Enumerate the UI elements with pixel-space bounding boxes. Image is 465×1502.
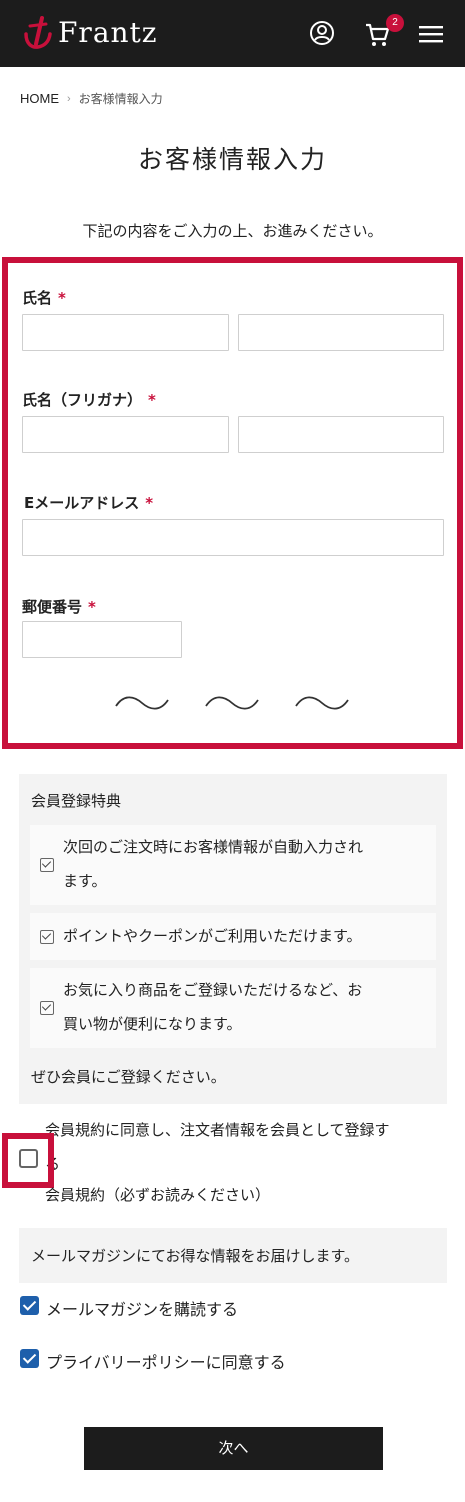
benefit-item: ポイントやクーポンがご利用いただけます。 [30,913,436,960]
benefit-item: お気に入り商品をご登録いただけるなど、お 買い物が便利になります。 [30,968,436,1048]
cart-count-badge: 2 [386,14,404,32]
email-label: Eメールアドレス * [24,494,154,512]
privacy-checkbox[interactable] [20,1349,39,1368]
email-input[interactable] [22,519,444,556]
member-benefits-panel: 会員登録特典 次回のご注文時にお客様情報が自動入力され ます。 ポイントやクーポ… [19,774,447,1104]
check-icon [40,930,54,944]
first-name-input[interactable] [238,314,444,351]
newsletter-info-text: メールマガジンにてお得な情報をお届けします。 [31,1247,360,1265]
benefit-text: 次回のご注文時にお客様情報が自動入力され ます。 [63,838,364,890]
name-label: 氏名 * [22,289,66,307]
member-agree-label[interactable]: 会員規約に同意し、注文者情報を会員として登録す る [45,1113,455,1181]
check-icon [40,858,54,872]
kana-label: 氏名（フリガナ） * [22,391,156,409]
postal-label: 郵便番号 * [22,598,96,616]
first-name-kana-input[interactable] [238,416,444,453]
newsletter-info-panel: メールマガジンにてお得な情報をお届けします。 [19,1228,447,1283]
benefits-footer: ぜひ会員にご登録ください。 [31,1068,226,1086]
page-title: お客様情報入力 [137,145,327,174]
benefits-title: 会員登録特典 [31,792,122,810]
logo-mark-icon [24,16,52,49]
breadcrumb-separator: › [67,92,71,105]
user-icon[interactable] [309,20,335,46]
required-mark: * [145,494,154,512]
menu-icon[interactable] [419,24,443,44]
member-terms-link[interactable]: 会員規約（必ずお読みください） [45,1184,270,1205]
intro-text: 下記の内容をご入力の上、お進みください。 [82,222,383,240]
member-agree-checkbox-highlight [2,1133,54,1188]
continuation-tilde-icon [115,696,169,710]
privacy-checkbox-label[interactable]: プライバリーポリシーに同意する [46,1349,286,1373]
check-icon [40,1001,54,1015]
required-mark: * [58,289,66,307]
next-button[interactable]: 次へ [84,1427,383,1470]
continuation-tilde-icon [295,696,349,710]
breadcrumb-current: お客様情報入力 [78,92,163,106]
last-name-input[interactable] [22,314,229,351]
benefit-text: ポイントやクーポンがご利用いただけます。 [63,927,362,945]
benefit-item: 次回のご注文時にお客様情報が自動入力され ます。 [30,825,436,905]
logo-text: Frantz [58,16,158,49]
site-logo[interactable]: Frantz [20,14,158,52]
breadcrumb-home-link[interactable]: HOME [20,91,59,106]
required-mark: * [88,598,96,616]
site-header: Frantz 2 [0,0,465,67]
member-agree-checkbox[interactable] [19,1149,38,1168]
newsletter-checkbox[interactable] [20,1296,39,1315]
newsletter-checkbox-label[interactable]: メールマガジンを購読する [46,1296,238,1320]
breadcrumb: HOME › お客様情報入力 [20,90,163,107]
continuation-tilde-icon [205,696,259,710]
last-name-kana-input[interactable] [22,416,229,453]
required-mark: * [148,391,156,409]
postal-code-input[interactable] [22,621,182,658]
benefit-text: お気に入り商品をご登録いただけるなど、お 買い物が便利になります。 [63,981,363,1033]
